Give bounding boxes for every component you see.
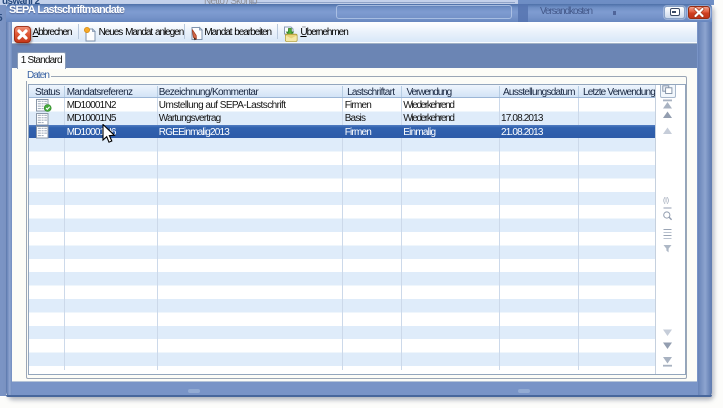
svg-text:(I): (I) <box>663 195 670 204</box>
